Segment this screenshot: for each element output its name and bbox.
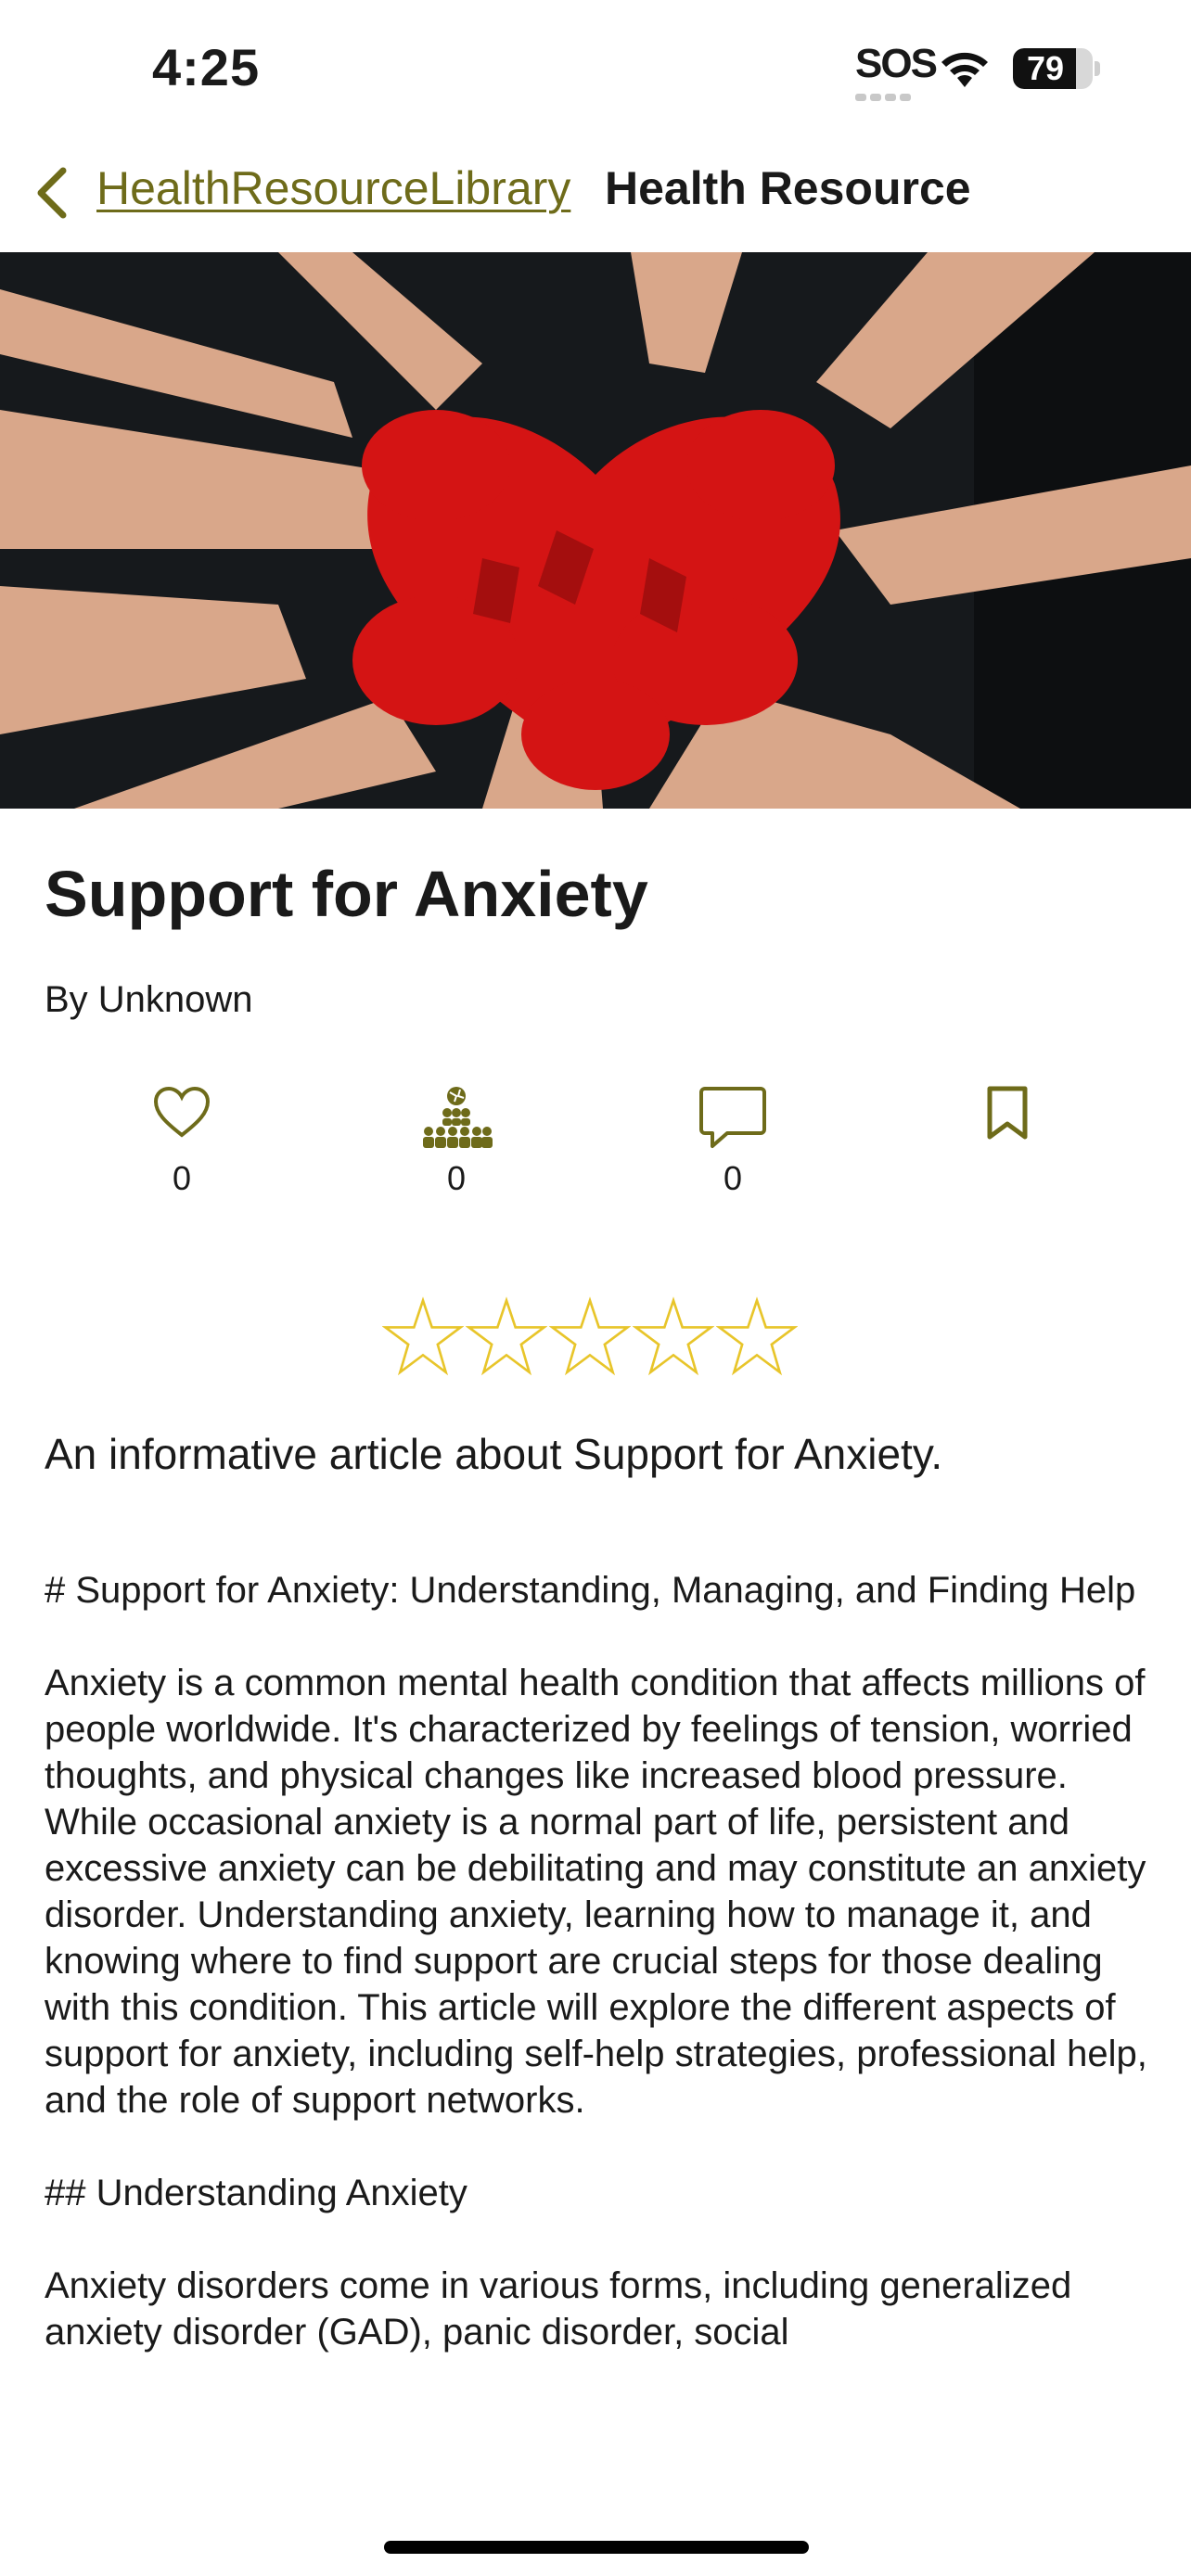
star-icon[interactable] [716,1296,798,1378]
page-title: Health Resource [605,162,971,214]
like-button[interactable]: 0 [126,1085,237,1198]
article-author: By Unknown [45,979,253,1020]
signal-dots [855,89,918,101]
star-rating[interactable] [382,1296,811,1380]
community-icon [423,1087,493,1148]
hero-image [0,252,1191,809]
star-icon[interactable] [633,1296,714,1378]
comment-count: 0 [723,1159,743,1197]
status-bar: 4:25 SOS 79 [0,0,1191,139]
star-icon[interactable] [549,1296,631,1378]
wifi-icon [941,52,988,87]
article-heading: # Support for Anxiety: Understanding, Ma… [45,1570,1136,1611]
article-title: Support for Anxiety [45,858,648,930]
article-summary: An informative article about Support for… [45,1430,943,1478]
star-icon[interactable] [382,1296,464,1378]
chevron-left-icon[interactable] [33,165,70,221]
heart-icon [153,1086,211,1138]
article-paragraph: Anxiety disorders come in various forms,… [45,2265,1082,2353]
like-count: 0 [172,1159,192,1197]
article-subheading: ## Understanding Anxiety [45,2173,467,2213]
bookmark-icon [987,1086,1028,1140]
battery-icon: 79 [1013,48,1102,89]
navigation-bar: HealthResourceLibrary Health Resource [0,148,1191,250]
community-button[interactable]: 0 [401,1085,512,1198]
comment-button[interactable]: 0 [677,1085,788,1198]
status-time: 4:25 [152,38,261,96]
article-paragraph: Anxiety is a common mental health condit… [45,1663,1158,2121]
community-count: 0 [446,1159,467,1197]
battery-level: 79 [1026,49,1065,87]
comment-icon [699,1087,766,1148]
home-indicator[interactable] [384,2541,809,2554]
star-icon[interactable] [466,1296,547,1378]
back-button[interactable]: HealthResourceLibrary [96,161,570,215]
action-bar: 0 0 0 [0,1085,1191,1215]
sos-indicator: SOS [855,41,938,86]
bookmark-button[interactable] [952,1085,1063,1141]
article-body[interactable]: # Support for Anxiety: Understanding, Ma… [45,1567,1158,2480]
